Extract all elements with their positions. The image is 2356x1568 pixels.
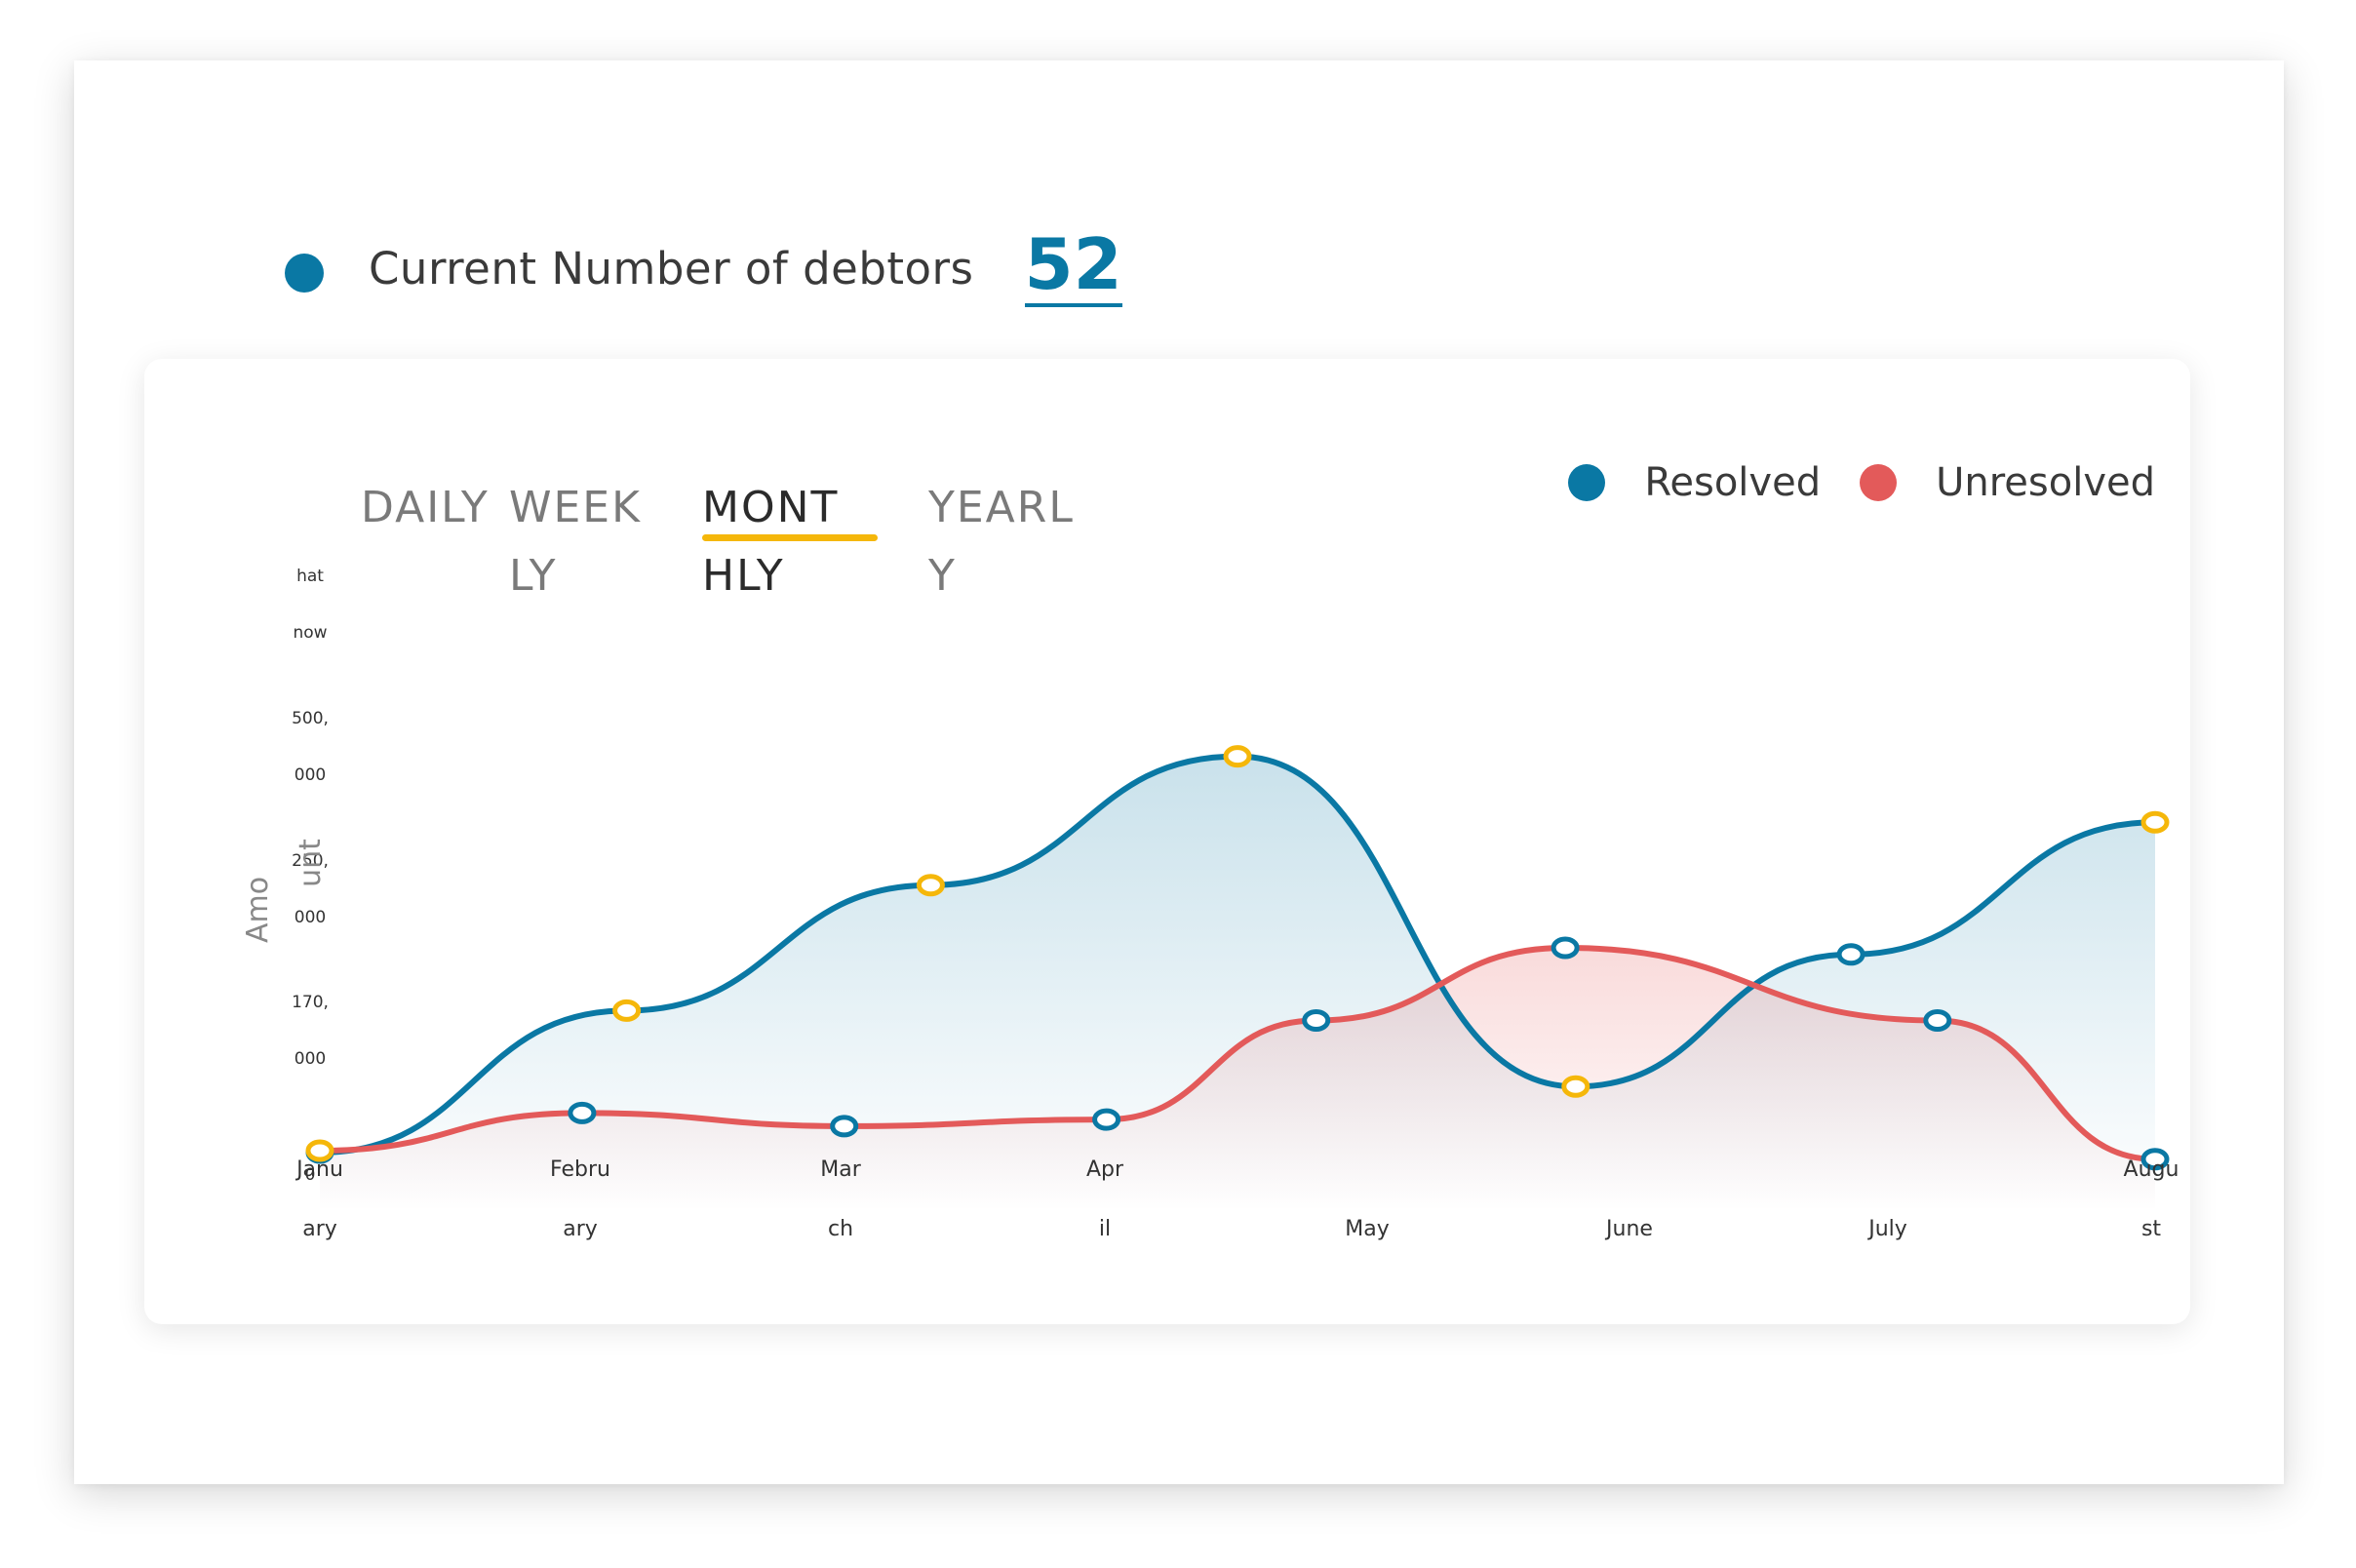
x-tick-label: July	[1866, 1217, 1907, 1241]
point-resolved-3[interactable]	[1223, 745, 1252, 768]
x-tick-label: June	[1604, 1217, 1653, 1241]
point-unresolved-2[interactable]	[830, 1115, 859, 1138]
debtor-count[interactable]: 52	[1024, 229, 1122, 307]
y-axis-title-part: Amo	[241, 877, 275, 943]
chart-areas	[320, 756, 2155, 1211]
chart-card: DAILY WEEKLY MONTHLY YEARLY Resolved Unr…	[144, 359, 2190, 1324]
point-unresolved-5[interactable]	[1551, 936, 1580, 960]
y-tick-label: 170, 000	[292, 993, 329, 1069]
point-unresolved-4[interactable]	[1302, 1009, 1331, 1032]
point-resolved-6[interactable]	[2140, 810, 2170, 834]
point-resolved-2[interactable]	[916, 874, 945, 897]
point-resolved-1[interactable]	[612, 999, 642, 1022]
summary-label: Current Number of debtors	[369, 242, 974, 294]
point-resolved-4[interactable]	[1561, 1075, 1590, 1098]
y-axis-title-part: unt	[294, 839, 328, 887]
y-tick-label: hat now	[293, 567, 327, 643]
debtors-summary: Current Number of debtors 52	[285, 224, 1122, 312]
monthly-area-chart: hat now500, 000250, 000170, 0000 Janu aryFebr…	[241, 567, 2179, 1241]
point-unresolved-1[interactable]	[568, 1101, 597, 1124]
point-resolved-5[interactable]	[1836, 943, 1865, 966]
stage: Current Number of debtors 52 DAILY WEEKL…	[0, 0, 2356, 1568]
point-unresolved-3[interactable]	[1092, 1108, 1121, 1131]
point-unresolved-6[interactable]	[1923, 1009, 1952, 1032]
summary-dot-icon	[285, 254, 324, 293]
x-tick-label: May	[1345, 1217, 1389, 1241]
y-tick-label: 500, 000	[292, 709, 329, 785]
